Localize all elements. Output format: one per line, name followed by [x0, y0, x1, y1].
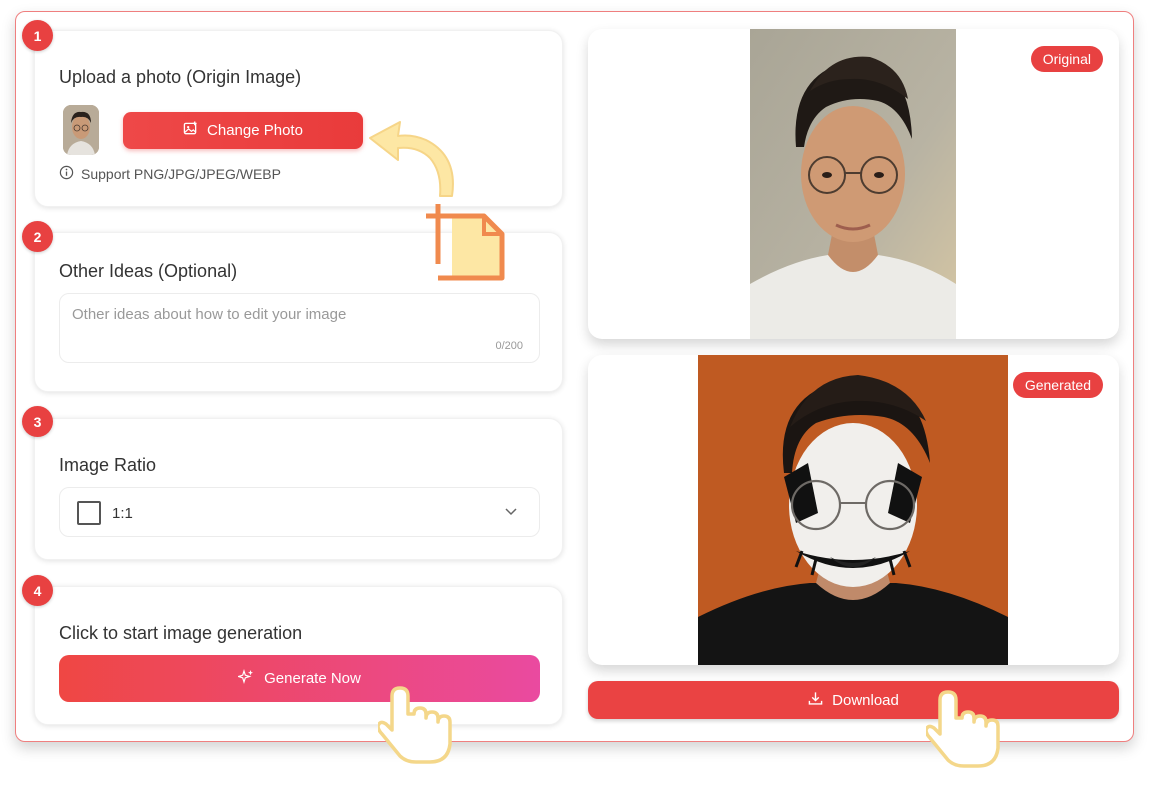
- generate-now-label: Generate Now: [264, 670, 361, 687]
- step-badge-1: 1: [22, 20, 53, 51]
- ratio-select[interactable]: 1:1: [59, 487, 540, 537]
- generate-now-button[interactable]: Generate Now: [59, 655, 540, 702]
- download-button[interactable]: Download: [588, 681, 1119, 719]
- image-plus-icon: [183, 121, 198, 140]
- sparkles-icon: [236, 668, 254, 689]
- generate-title: Click to start image generation: [59, 623, 303, 643]
- support-text: Support PNG/JPG/JPEG/WEBP: [81, 166, 281, 182]
- square-icon: [77, 501, 101, 525]
- change-photo-label: Change Photo: [207, 122, 303, 139]
- ratio-value: 1:1: [112, 505, 133, 522]
- ratio-card: Image Ratio 1:1: [34, 418, 563, 560]
- step-badge-2: 2: [22, 221, 53, 252]
- download-icon: [808, 691, 823, 710]
- char-counter: 0/200: [495, 340, 523, 352]
- ideas-placeholder: Other ideas about how to edit your image: [72, 306, 347, 323]
- origin-thumbnail[interactable]: [63, 105, 99, 155]
- ratio-title: Image Ratio: [59, 455, 157, 475]
- support-note: Support PNG/JPG/JPEG/WEBP: [59, 165, 281, 183]
- upload-title: Upload a photo (Origin Image): [59, 67, 302, 87]
- ideas-textarea[interactable]: Other ideas about how to edit your image…: [59, 293, 540, 363]
- curved-arrow-icon: [368, 112, 460, 203]
- download-label: Download: [832, 691, 899, 709]
- change-photo-button[interactable]: Change Photo: [123, 112, 363, 149]
- generated-tag: Generated: [1012, 372, 1103, 398]
- ideas-title: Other Ideas (Optional): [59, 261, 238, 281]
- info-icon: [59, 165, 74, 183]
- step-badge-4: 4: [22, 575, 53, 606]
- generated-panel: Generated: [588, 355, 1119, 665]
- hand-pointer-icon: [376, 684, 460, 771]
- hand-pointer-icon: [924, 688, 1008, 775]
- original-tag: Original: [1030, 46, 1103, 72]
- step-badge-3: 3: [22, 406, 53, 437]
- generate-card: Click to start image generation Generate…: [34, 586, 563, 725]
- original-image: [750, 29, 956, 339]
- file-icon: [424, 202, 508, 289]
- generated-image: [698, 355, 1008, 665]
- original-panel: Original: [588, 29, 1119, 339]
- chevron-down-icon: [503, 503, 519, 524]
- upload-card: Upload a photo (Origin Image) Change Pho…: [34, 30, 563, 207]
